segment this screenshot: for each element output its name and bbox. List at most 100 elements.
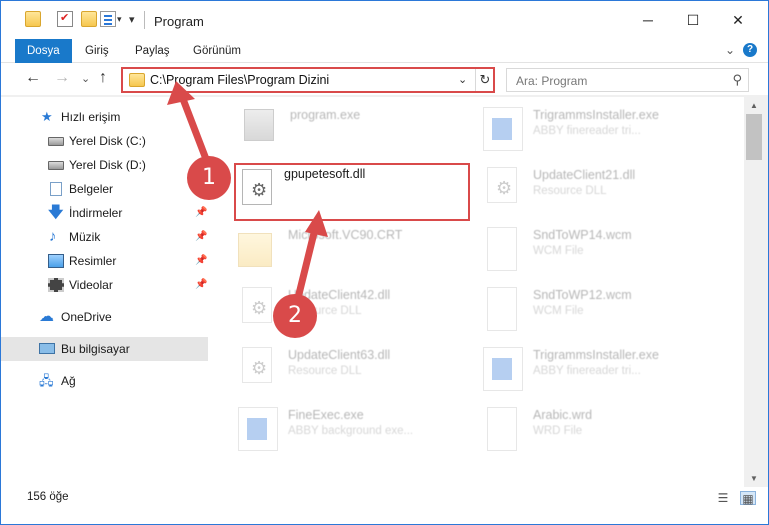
document-icon: [50, 182, 62, 196]
scroll-up-icon[interactable]: ▲: [744, 97, 764, 114]
sidebar-item-disk-d[interactable]: Yerel Disk (D:): [1, 153, 208, 177]
tab-home[interactable]: Giriş: [73, 39, 121, 63]
file-item[interactable]: UpdateClient63.dll Resource DLL: [238, 341, 478, 399]
file-item[interactable]: TrigrammsInstaller.exe ABBY finereader t…: [483, 341, 723, 399]
folder-icon: [25, 11, 41, 27]
sidebar-item-label: Yerel Disk (D:): [69, 158, 146, 172]
file-desc: Resource DLL: [533, 185, 607, 197]
forward-button[interactable]: →: [54, 70, 70, 86]
vertical-scrollbar[interactable]: ▲ ▼: [744, 97, 764, 487]
pin-icon[interactable]: 📌: [195, 279, 207, 290]
file-desc: Resource DLL: [288, 365, 362, 377]
file-item[interactable]: program.exe: [240, 101, 480, 159]
computer-icon: [39, 343, 55, 354]
file-name: SndToWP12.wcm: [533, 288, 632, 302]
sidebar-item-label: Müzik: [69, 230, 101, 244]
ribbon-expand-icon[interactable]: ⌄: [725, 43, 735, 57]
sidebar-item-label: İndirmeler: [69, 206, 123, 220]
sidebar-item-quick-access[interactable]: ★ Hızlı erişim: [1, 105, 208, 129]
quick-access-dropdown-icon[interactable]: ▾: [117, 14, 122, 25]
tiles-view-icon[interactable]: ▦: [740, 491, 756, 506]
search-icon[interactable]: ⚲: [732, 72, 742, 88]
file-item[interactable]: FineExec.exe ABBY background exe...: [238, 401, 478, 459]
sidebar-item-label: Yerel Disk (C:): [69, 134, 146, 148]
sidebar-item-label: Bu bilgisayar: [61, 342, 130, 356]
status-bar: 156 öğe ☰ ▦: [1, 487, 768, 524]
file-name: Microsoft.VC90.CRT: [288, 228, 403, 242]
pin-icon[interactable]: 📌: [195, 207, 207, 218]
exe-icon: [244, 109, 274, 141]
sidebar-item-videos[interactable]: Videolar 📌: [1, 273, 208, 297]
file-name: TrigrammsInstaller.exe: [533, 348, 659, 362]
title-divider: [144, 11, 145, 29]
pictures-icon: [48, 254, 64, 268]
sidebar-item-label: Belgeler: [69, 182, 114, 196]
file-icon: [487, 407, 517, 451]
pin-icon[interactable]: 📌: [195, 231, 207, 242]
pin-icon[interactable]: 📌: [195, 255, 207, 266]
disk-icon: [48, 161, 64, 170]
back-button[interactable]: ←: [25, 70, 41, 86]
step-2-badge: 2: [273, 294, 317, 338]
cloud-icon: ☁: [39, 308, 54, 325]
sidebar-item-disk-c[interactable]: Yerel Disk (C:): [1, 129, 208, 153]
sidebar-item-pictures[interactable]: Resimler 📌: [1, 249, 208, 273]
details-view-icon[interactable]: ☰: [715, 491, 731, 505]
new-folder-icon[interactable]: [81, 11, 97, 27]
scroll-thumb[interactable]: [746, 114, 762, 160]
properties-icon[interactable]: [57, 11, 73, 27]
scroll-down-icon[interactable]: ▼: [744, 470, 764, 487]
app-icon: [238, 407, 278, 451]
quick-access-icon[interactable]: [100, 11, 116, 27]
app-icon: [483, 107, 523, 151]
navigation-pane: ★ Hızlı erişim Yerel Disk (C:) Yerel Dis…: [1, 97, 210, 487]
window-title: Program: [154, 14, 204, 29]
sidebar-item-onedrive[interactable]: ☁ OneDrive: [1, 305, 208, 329]
tab-view[interactable]: Görünüm: [181, 39, 253, 63]
file-name: FineExec.exe: [288, 408, 364, 422]
sidebar-item-label: OneDrive: [61, 310, 112, 324]
file-item[interactable]: Arabic.wrd WRD File: [483, 401, 723, 459]
search-placeholder[interactable]: Ara: Program: [516, 74, 587, 88]
file-desc: WCM File: [533, 245, 584, 257]
up-button[interactable]: ↑: [99, 70, 107, 86]
search-box[interactable]: Ara: Program ⚲: [506, 68, 749, 92]
minimize-button[interactable]: ─: [625, 1, 671, 39]
file-desc: ABBY background exe...: [288, 425, 414, 437]
sidebar-item-label: Videolar: [69, 278, 113, 292]
item-count: 156 öğe: [27, 491, 69, 503]
customize-toolbar-icon[interactable]: ▾: [129, 13, 135, 26]
download-icon: 🡇: [48, 204, 64, 221]
explorer-window: ▾ ▾ Program ─ ☐ ✕ Dosya Giriş Paylaş Gör…: [0, 0, 769, 525]
step-1-badge: 1: [187, 156, 231, 200]
sidebar-item-documents[interactable]: Belgeler 📌: [1, 177, 208, 201]
dll-icon: [242, 287, 272, 323]
close-button[interactable]: ✕: [715, 1, 761, 39]
sidebar-item-label: Ağ: [61, 374, 76, 388]
file-name: TrigrammsInstaller.exe: [533, 108, 659, 122]
file-item[interactable]: SndToWP14.wcm WCM File: [483, 221, 723, 279]
file-item[interactable]: UpdateClient21.dll Resource DLL: [483, 161, 723, 219]
tab-share[interactable]: Paylaş: [123, 39, 182, 63]
sidebar-item-this-pc[interactable]: Bu bilgisayar: [1, 337, 208, 361]
maximize-button[interactable]: ☐: [670, 1, 716, 39]
file-item[interactable]: Microsoft.VC90.CRT: [238, 221, 478, 279]
file-icon: [487, 227, 517, 271]
file-highlight-box: [234, 163, 470, 221]
file-desc: WRD File: [533, 425, 583, 437]
sidebar-item-network[interactable]: 🖧 Ağ: [1, 369, 208, 393]
file-list: program.exe TrigrammsInstaller.exe ABBY …: [210, 97, 744, 487]
title-bar: ▾ ▾ Program ─ ☐ ✕: [1, 1, 768, 39]
recent-locations-button[interactable]: ⌄: [81, 71, 90, 87]
folder-icon: [238, 233, 272, 267]
sidebar-item-downloads[interactable]: 🡇 İndirmeler 📌: [1, 201, 208, 225]
file-name: SndToWP14.wcm: [533, 228, 632, 242]
sidebar-item-music[interactable]: ♪ Müzik 📌: [1, 225, 208, 249]
app-icon: [483, 347, 523, 391]
help-icon[interactable]: ?: [743, 43, 757, 57]
tab-file[interactable]: Dosya: [15, 39, 72, 63]
star-icon: ★: [41, 109, 53, 124]
file-item[interactable]: SndToWP12.wcm WCM File: [483, 281, 723, 339]
file-item[interactable]: TrigrammsInstaller.exe ABBY finereader t…: [483, 101, 723, 159]
dll-icon: [242, 347, 272, 383]
